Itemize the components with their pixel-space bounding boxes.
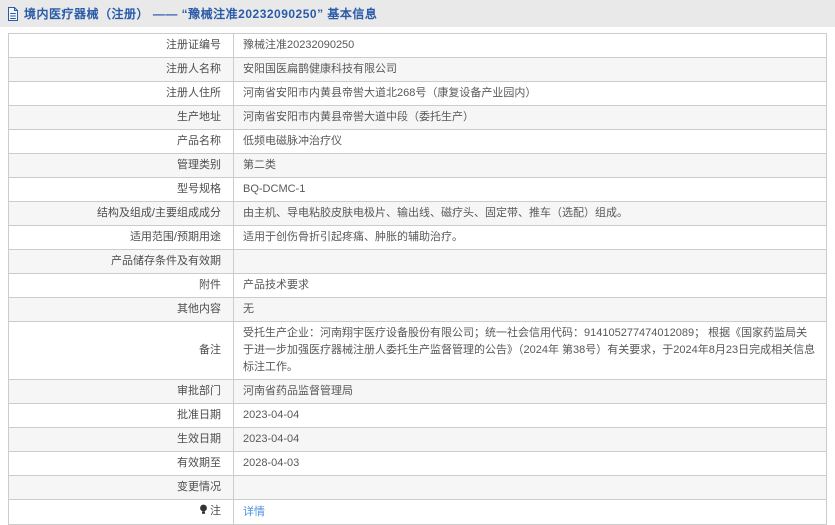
row-value-text: 适用于创伤骨折引起疼痛、肿胀的辅助治疗。 (243, 231, 463, 243)
row-label-text: 适用范围/预期用途 (129, 231, 221, 243)
row-label-text: 生效日期 (177, 433, 221, 445)
row-value (233, 475, 827, 500)
row-label-text: 注册人名称 (166, 63, 221, 75)
row-label: 附件 (8, 273, 234, 298)
table-row: 产品储存条件及有效期 (8, 249, 827, 274)
row-value: 无 (233, 297, 827, 322)
row-value: 安阳国医扁鹊健康科技有限公司 (233, 57, 827, 82)
row-label: 注册人住所 (8, 81, 234, 106)
document-icon (7, 6, 19, 21)
row-label-text: 审批部门 (177, 385, 221, 397)
row-value: 低频电磁脉冲治疗仪 (233, 129, 827, 154)
row-value-text: 河南省安阳市内黄县帝喾大道北268号（康复设备产业园内） (243, 87, 537, 99)
row-value-text: 产品技术要求 (243, 279, 309, 291)
row-value: 详情 (233, 499, 827, 525)
table-row: 注册人名称 安阳国医扁鹊健康科技有限公司 (8, 57, 827, 82)
row-label-text: 注册证编号 (166, 39, 221, 51)
row-value-text: BQ-DCMC-1 (243, 183, 306, 195)
table-row: 注 详情 (8, 499, 827, 525)
row-value: 2023-04-04 (233, 427, 827, 452)
row-value-text: 安阳国医扁鹊健康科技有限公司 (243, 63, 397, 75)
row-label: 结构及组成/主要组成成分 (8, 201, 234, 226)
row-label-text: 结构及组成/主要组成成分 (96, 207, 221, 219)
row-label-text: 产品储存条件及有效期 (111, 255, 221, 267)
note-icon (199, 504, 208, 521)
table-row: 生效日期 2023-04-04 (8, 427, 827, 452)
row-value-text: 2023-04-04 (243, 433, 300, 445)
row-value: 受托生产企业：河南翔宇医疗设备股份有限公司；统一社会信用代码：914105277… (233, 321, 827, 380)
row-label: 变更情况 (8, 475, 234, 500)
row-label: 适用范围/预期用途 (8, 225, 234, 250)
row-value: BQ-DCMC-1 (233, 177, 827, 202)
row-value: 2023-04-04 (233, 403, 827, 428)
row-value-text: 低频电磁脉冲治疗仪 (243, 135, 342, 147)
table-row: 附件 产品技术要求 (8, 273, 827, 298)
table-row: 生产地址 河南省安阳市内黄县帝喾大道中段（委托生产） (8, 105, 827, 130)
row-value (233, 249, 827, 274)
row-value: 2028-04-03 (233, 451, 827, 476)
table-row: 注册证编号 豫械注准20232090250 (8, 33, 827, 58)
row-value: 河南省安阳市内黄县帝喾大道北268号（康复设备产业园内） (233, 81, 827, 106)
row-label: 注册人名称 (8, 57, 234, 82)
row-label: 审批部门 (8, 379, 234, 404)
row-label-text: 备注 (199, 344, 221, 356)
row-value: 豫械注准20232090250 (233, 33, 827, 58)
row-value-text: 无 (243, 303, 254, 315)
table-row: 管理类别 第二类 (8, 153, 827, 178)
row-value-text: 由主机、导电粘胶皮肤电极片、输出线、磁疗头、固定带、推车（选配）组成。 (243, 207, 628, 219)
row-label: 生产地址 (8, 105, 234, 130)
row-value: 第二类 (233, 153, 827, 178)
row-label: 产品名称 (8, 129, 234, 154)
row-label-text: 型号规格 (177, 183, 221, 195)
row-label: 注册证编号 (8, 33, 234, 58)
page-title: 境内医疗器械（注册） —— “豫械注准20232090250” 基本信息 (24, 7, 378, 21)
table-row: 备注 受托生产企业：河南翔宇医疗设备股份有限公司；统一社会信用代码：9141052… (8, 321, 827, 380)
row-value-text: 2028-04-03 (243, 457, 300, 469)
row-value: 河南省药品监督管理局 (233, 379, 827, 404)
row-label: 管理类别 (8, 153, 234, 178)
row-label-text: 注册人住所 (166, 87, 221, 99)
row-label-text: 附件 (199, 279, 221, 291)
details-link[interactable]: 详情 (243, 506, 265, 518)
table-row: 注册人住所 河南省安阳市内黄县帝喾大道北268号（康复设备产业园内） (8, 81, 827, 106)
table-row: 型号规格 BQ-DCMC-1 (8, 177, 827, 202)
row-label: 有效期至 (8, 451, 234, 476)
row-label: 其他内容 (8, 297, 234, 322)
row-label-text: 有效期至 (177, 457, 221, 469)
registration-table: 注册证编号 豫械注准20232090250 注册人名称 安阳国医扁鹊健康科技有限公司注… (8, 33, 827, 525)
table-row: 适用范围/预期用途 适用于创伤骨折引起疼痛、肿胀的辅助治疗。 (8, 225, 827, 250)
row-label-text: 其他内容 (177, 303, 221, 315)
row-value-text: 2023-04-04 (243, 409, 300, 421)
row-label: 批准日期 (8, 403, 234, 428)
row-label: 产品储存条件及有效期 (8, 249, 234, 274)
row-value-text: 豫械注准20232090250 (243, 39, 355, 51)
row-value-text: 受托生产企业：河南翔宇医疗设备股份有限公司；统一社会信用代码：914105277… (243, 327, 816, 373)
table-row: 批准日期 2023-04-04 (8, 403, 827, 428)
row-value: 产品技术要求 (233, 273, 827, 298)
row-label-text: 生产地址 (177, 111, 221, 123)
row-label: 型号规格 (8, 177, 234, 202)
table-row: 产品名称 低频电磁脉冲治疗仪 (8, 129, 827, 154)
table-row: 结构及组成/主要组成成分 由主机、导电粘胶皮肤电极片、输出线、磁疗头、固定带、推车… (8, 201, 827, 226)
row-value: 适用于创伤骨折引起疼痛、肿胀的辅助治疗。 (233, 225, 827, 250)
row-label-text: 变更情况 (177, 481, 221, 493)
row-label-text: 批准日期 (177, 409, 221, 421)
row-label: 备注 (8, 321, 234, 380)
table-row: 有效期至 2028-04-03 (8, 451, 827, 476)
table-row: 变更情况 (8, 475, 827, 500)
table-row: 其他内容 无 (8, 297, 827, 322)
row-value-text: 第二类 (243, 159, 276, 171)
row-label: 生效日期 (8, 427, 234, 452)
row-value: 河南省安阳市内黄县帝喾大道中段（委托生产） (233, 105, 827, 130)
row-label-text: 产品名称 (177, 135, 221, 147)
row-value-text: 河南省安阳市内黄县帝喾大道中段（委托生产） (243, 111, 474, 123)
row-value: 由主机、导电粘胶皮肤电极片、输出线、磁疗头、固定带、推车（选配）组成。 (233, 201, 827, 226)
table-row: 审批部门 河南省药品监督管理局 (8, 379, 827, 404)
table-body: 注册证编号 豫械注准20232090250 注册人名称 安阳国医扁鹊健康科技有限公司注… (8, 33, 827, 525)
row-value-text: 河南省药品监督管理局 (243, 385, 353, 397)
page-header: 境内医疗器械（注册） —— “豫械注准20232090250” 基本信息 (0, 0, 835, 27)
row-label-text: 管理类别 (177, 159, 221, 171)
row-label-text: 注 (210, 505, 221, 517)
row-label: 注 (8, 499, 234, 525)
